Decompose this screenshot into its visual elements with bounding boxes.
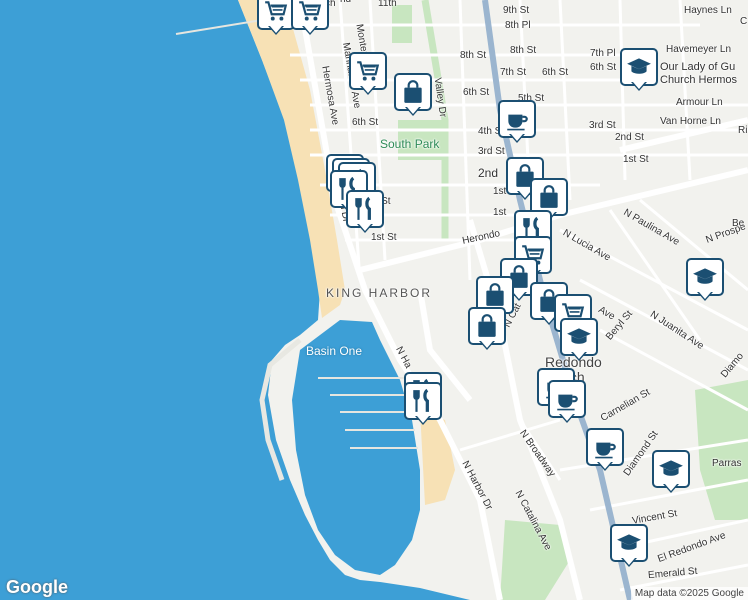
label-be: Be: [732, 218, 745, 229]
label-nd: nd: [340, 0, 351, 5]
label-van-horne: Van Horne Ln: [660, 116, 721, 127]
label-8th-st: 8th St: [460, 50, 487, 61]
shopping-cart-icon: [355, 58, 381, 84]
map-marker-school[interactable]: [652, 450, 690, 496]
map-marker-shopping-cart[interactable]: [291, 0, 329, 38]
label-7th-st: 7th St: [500, 67, 527, 78]
restaurant-icon: [410, 388, 436, 414]
label-basin-one: Basin One: [306, 344, 363, 358]
map-marker-school[interactable]: [620, 48, 658, 94]
google-logo: Google: [6, 577, 68, 597]
label-3rd-st: 3rd St: [478, 146, 505, 157]
school-icon: [616, 530, 642, 556]
map-marker-school[interactable]: [610, 524, 648, 570]
label-8th-st-b: 8th St: [510, 45, 537, 56]
label-7th-pl: 7th Pl: [590, 48, 616, 59]
map-marker-coffee-cup[interactable]: [498, 100, 536, 146]
label-church: Church Hermos: [660, 74, 738, 86]
label-2nd: 2nd: [478, 166, 499, 180]
map-marker-shopping-bag[interactable]: [468, 307, 506, 353]
school-icon: [692, 264, 718, 290]
label-3rd-st-b: 3rd St: [589, 120, 616, 131]
label-1st-st-b: 1st St: [623, 154, 649, 165]
label-6th-st: 6th St: [352, 117, 379, 128]
map-marker-restaurant[interactable]: [404, 382, 442, 428]
label-c: C: [740, 16, 748, 27]
map-marker-coffee-cup[interactable]: [548, 380, 586, 426]
map-marker-school[interactable]: [686, 258, 724, 304]
label-11th: 11th: [378, 0, 397, 9]
map-marker-shopping-bag[interactable]: [394, 73, 432, 119]
label-our-lady: Our Lady of Gu: [660, 61, 736, 73]
label-1st-d: 1st: [493, 207, 507, 218]
school-icon: [626, 54, 652, 80]
label-ri: Ri: [738, 125, 748, 136]
label-king-harbor: KING HARBOR: [326, 286, 433, 300]
school-icon: [658, 456, 684, 482]
restaurant-icon: [352, 196, 378, 222]
label-6th-st-c: 6th St: [542, 67, 569, 78]
label-south-park: South Park: [380, 137, 440, 151]
label-8th-pl: 8th Pl: [505, 20, 531, 31]
shopping-cart-icon: [297, 0, 323, 24]
shopping-cart-icon: [263, 0, 289, 24]
map-marker-coffee-cup[interactable]: [586, 428, 624, 474]
coffee-cup-icon: [504, 106, 530, 132]
shopping-bag-icon: [482, 282, 508, 308]
label-parras: Parras: [712, 458, 742, 469]
label-havemeyer: Havemeyer Ln: [666, 44, 732, 55]
coffee-cup-icon: [592, 434, 618, 460]
school-icon: [566, 324, 592, 350]
label-armour: Armour Ln: [676, 97, 723, 108]
map-attribution[interactable]: Map data ©2025 Google: [630, 587, 748, 600]
map-marker-shopping-cart[interactable]: [349, 52, 387, 98]
shopping-bag-icon: [474, 313, 500, 339]
shopping-bag-icon: [400, 79, 426, 105]
label-haynes-ln: Haynes Ln: [684, 5, 732, 16]
label-2nd-st: 2nd St: [615, 132, 644, 143]
map-marker-shopping-cart[interactable]: [257, 0, 295, 38]
shopping-bag-icon: [536, 184, 562, 210]
label-1st-c: 1st: [493, 186, 507, 197]
label-6th-st-d: 6th St: [590, 62, 617, 73]
coffee-cup-icon: [554, 386, 580, 412]
label-6th-st-b: 6th St: [463, 87, 490, 98]
map-marker-restaurant[interactable]: [346, 190, 384, 236]
label-9th-st: 9th St: [503, 5, 530, 16]
map-marker-school[interactable]: [560, 318, 598, 364]
